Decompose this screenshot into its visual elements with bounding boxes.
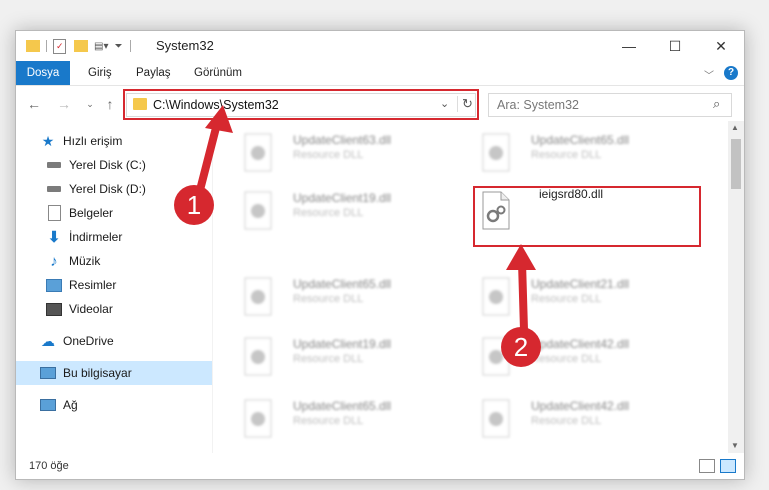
- arrow-1-head: [205, 105, 233, 133]
- step-badge-1: 1: [174, 185, 214, 225]
- annotation-arrows: [196, 105, 536, 334]
- arrow-2-head: [506, 244, 536, 270]
- arrow-1-shaft: [196, 116, 222, 194]
- step-badge-2: 2: [501, 327, 541, 367]
- arrow-2-shaft: [518, 258, 528, 334]
